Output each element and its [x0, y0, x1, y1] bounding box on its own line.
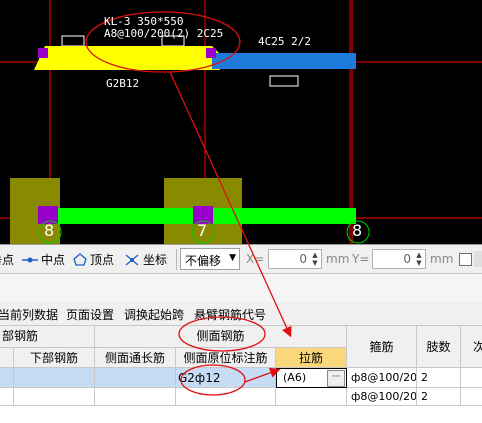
node-marker	[38, 48, 48, 58]
spinner-icon[interactable]: ▲ ▼	[414, 251, 424, 267]
group-header-side: 侧面钢筋	[95, 326, 347, 348]
x-label: X=	[246, 252, 265, 266]
snap-vertex[interactable]: 顶点	[73, 251, 114, 268]
snap-perpendicular-label: 垂点	[0, 253, 15, 267]
table-row[interactable]	[0, 388, 14, 406]
snap-coordinate[interactable]: 坐标	[124, 251, 167, 268]
cell-tie-rebar[interactable]	[276, 388, 347, 406]
header-tie-rebar[interactable]: 拉筋	[276, 348, 347, 368]
switch-start-span-menu[interactable]: 调换起始跨	[124, 306, 184, 323]
beam-label-line2: A8@100/200(2) 2C25	[104, 27, 224, 40]
snap-vertex-label: 顶点	[90, 253, 115, 267]
header-bottom-rebar[interactable]: 下部钢筋	[14, 348, 95, 368]
header-next[interactable]: 次	[461, 326, 482, 368]
node-marker	[206, 48, 216, 58]
offset-mode-value: 不偏移	[185, 254, 222, 268]
spinner-icon[interactable]: ▲ ▼	[310, 251, 320, 267]
cell-stirrup[interactable]: ф8@100/20	[347, 368, 417, 388]
y-unit: mm	[430, 252, 454, 266]
cell-bottom-rebar[interactable]	[14, 368, 95, 388]
axis-label: 7	[197, 221, 208, 240]
cell-side-original[interactable]	[176, 388, 276, 406]
top-rebar-label: 4C25 2/2	[258, 35, 311, 48]
page-setup-menu[interactable]: 页面设置	[66, 306, 114, 323]
x-unit: mm	[326, 252, 350, 266]
x-coordinate-input[interactable]: 0 ▲ ▼	[268, 249, 322, 269]
dim-box	[61, 35, 85, 47]
cell-side-through[interactable]	[95, 368, 176, 388]
cell-side-original[interactable]: G2ф12	[176, 368, 276, 388]
midpoint-icon	[22, 257, 38, 262]
vertex-icon	[73, 253, 87, 266]
cad-canvas[interactable]: KL-3 350*550 A8@100/200(2) 2C25 4C25 2/2…	[0, 0, 482, 244]
header-side-through[interactable]: 侧面通长筋	[95, 348, 176, 368]
snap-toolbar: 垂点 中点 顶点 坐标 不偏移▼ X= 0▲▼ mm Y= 0▲▼ mm	[0, 244, 482, 274]
axis-label: 8	[352, 221, 363, 240]
y-label: Y=	[352, 252, 370, 266]
y-value: 0	[403, 252, 411, 266]
snap-midpoint-label: 中点	[41, 253, 66, 267]
cell-stirrup[interactable]: ф8@100/20	[347, 388, 417, 406]
dim-box	[269, 75, 299, 87]
chevron-down-icon: ▼	[229, 253, 236, 263]
axis-label: 8	[44, 221, 55, 240]
option-checkbox[interactable]	[459, 253, 472, 266]
y-coordinate-input[interactable]: 0 ▲ ▼	[372, 249, 426, 269]
beam-span-selected	[34, 46, 220, 70]
offset-mode-select[interactable]: 不偏移 ▼	[180, 248, 240, 270]
header-side-original[interactable]: 侧面原位标注筋	[176, 348, 276, 368]
ellipsis-button[interactable]: ···	[327, 370, 345, 387]
panel-gap	[0, 274, 482, 302]
snap-coordinate-label: 坐标	[143, 253, 168, 267]
tie-rebar-input[interactable]: (A6) ···	[276, 368, 347, 388]
header-legs[interactable]: 肢数	[417, 326, 461, 368]
group-header-bottom: 部钢筋	[0, 326, 95, 348]
cell-legs[interactable]: 2	[417, 388, 461, 406]
beam-span-blue	[212, 53, 356, 69]
header-stirrup[interactable]: 箍筋	[347, 326, 417, 368]
bottom-rebar-label: G2B12	[106, 77, 140, 90]
copy-current-column-menu[interactable]: 当前列数据	[0, 306, 58, 323]
table-row[interactable]	[0, 368, 14, 388]
table-menu-bar: 当前列数据 页面设置 调换起始跨 悬臂钢筋代号	[0, 302, 482, 326]
tie-rebar-value: (A6)	[283, 371, 307, 384]
cantilever-code-menu[interactable]: 悬臂钢筋代号	[194, 306, 266, 323]
rebar-table: 部钢筋 侧面钢筋 下部钢筋 侧面通长筋 侧面原位标注筋 拉筋 箍筋 肢数 次 G…	[0, 326, 482, 423]
x-value: 0	[299, 252, 307, 266]
snap-perpendicular[interactable]: 垂点	[0, 251, 14, 268]
snap-midpoint[interactable]: 中点	[22, 251, 65, 268]
cell-legs[interactable]: 2	[417, 368, 461, 388]
coordinate-icon	[125, 254, 139, 265]
cad-drawing[interactable]	[0, 0, 482, 244]
